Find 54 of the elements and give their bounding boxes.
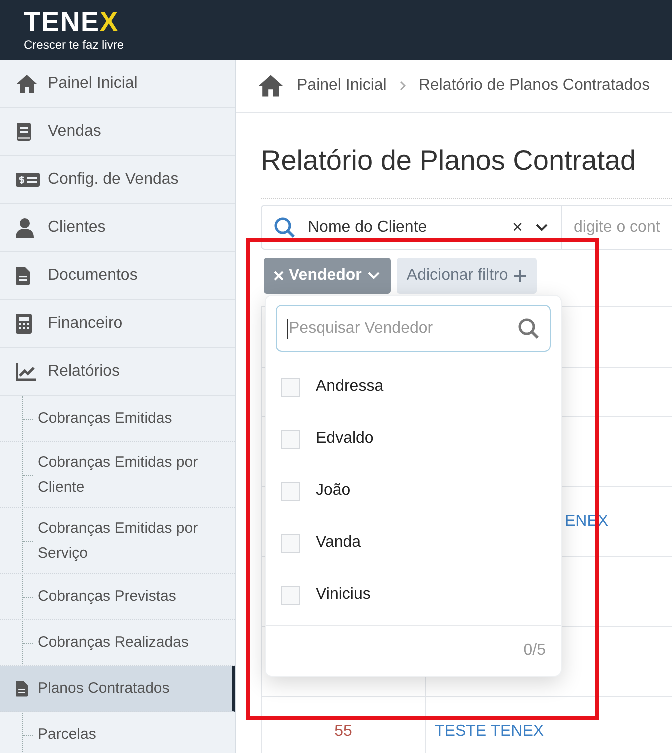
close-icon xyxy=(274,271,284,281)
sidebar-subitem[interactable]: Cobranças Emitidas por Serviço xyxy=(0,508,235,574)
chevron-down-icon xyxy=(535,222,549,232)
person-icon xyxy=(16,218,34,238)
line-chart-icon xyxy=(16,362,36,380)
breadcrumb-current: Relatório de Planos Contratados xyxy=(418,77,650,95)
sidebar-item[interactable]: Relatórios xyxy=(0,348,235,396)
option-item[interactable]: Edvaldo xyxy=(266,413,561,465)
option-item[interactable]: Vinicius xyxy=(266,569,561,621)
sidebar-subitem[interactable]: Cobranças Emitidas xyxy=(0,396,235,442)
checkbox[interactable] xyxy=(281,586,300,604)
sidebar-item[interactable]: Financeiro xyxy=(0,300,235,348)
option-item[interactable]: Andressa xyxy=(266,361,561,413)
home-icon xyxy=(16,74,38,94)
table-cell: 55 xyxy=(334,722,352,740)
clear-icon[interactable]: × xyxy=(512,217,523,238)
sidebar-subitem[interactable]: Cobranças Emitidas por Cliente xyxy=(0,442,235,508)
client-link[interactable]: TESTE TENEX xyxy=(435,722,544,740)
breadcrumb-link[interactable]: Painel Inicial xyxy=(297,77,387,95)
chevron-right-icon xyxy=(398,80,407,92)
field-select[interactable]: Nome do Cliente × xyxy=(262,206,562,249)
search-field[interactable]: Pesquisar Vendedor xyxy=(276,305,551,352)
calculator-icon xyxy=(16,314,32,334)
chevron-down-icon xyxy=(366,271,381,281)
checkbox[interactable] xyxy=(281,378,300,396)
book-icon xyxy=(16,122,32,142)
home-icon xyxy=(257,74,285,98)
sidebar-subitem[interactable]: Planos Contratados xyxy=(0,666,235,712)
plus-icon xyxy=(513,269,528,283)
option-item[interactable]: Vanda xyxy=(266,517,561,569)
search-icon xyxy=(274,216,296,238)
checkbox[interactable] xyxy=(281,482,300,500)
sidebar-item[interactable]: Config. de Vendas xyxy=(0,156,235,204)
option-item[interactable]: João xyxy=(266,465,561,517)
logo-tagline: Crescer te faz livre xyxy=(24,38,124,52)
sidebar-subitem[interactable]: Parcelas xyxy=(0,712,235,753)
search-bar[interactable]: Nome do Cliente × digite o cont xyxy=(261,205,672,250)
document-icon xyxy=(16,680,28,696)
sidebar-item[interactable]: Clientes xyxy=(0,204,235,252)
sidebar-item[interactable]: Painel Inicial xyxy=(0,60,235,108)
logo: TENEX xyxy=(24,8,120,36)
search-input[interactable]: Pesquisar Vendedor xyxy=(287,318,518,338)
selection-count: 0/5 xyxy=(524,642,546,660)
checkbox[interactable] xyxy=(281,534,300,552)
sidebar-item[interactable]: Documentos xyxy=(0,252,235,300)
sidebar-subitem[interactable]: Cobranças Previstas xyxy=(0,574,235,620)
search-input[interactable]: digite o cont xyxy=(562,206,672,249)
money-icon xyxy=(16,172,40,188)
page-title: Relatório de Planos Contratad xyxy=(261,144,638,178)
document-icon xyxy=(16,266,30,284)
add-filter-button[interactable]: Adicionar filtro xyxy=(396,258,538,294)
search-icon xyxy=(518,318,540,340)
checkbox[interactable] xyxy=(281,430,300,448)
sidebar-item[interactable]: Vendas xyxy=(0,108,235,156)
